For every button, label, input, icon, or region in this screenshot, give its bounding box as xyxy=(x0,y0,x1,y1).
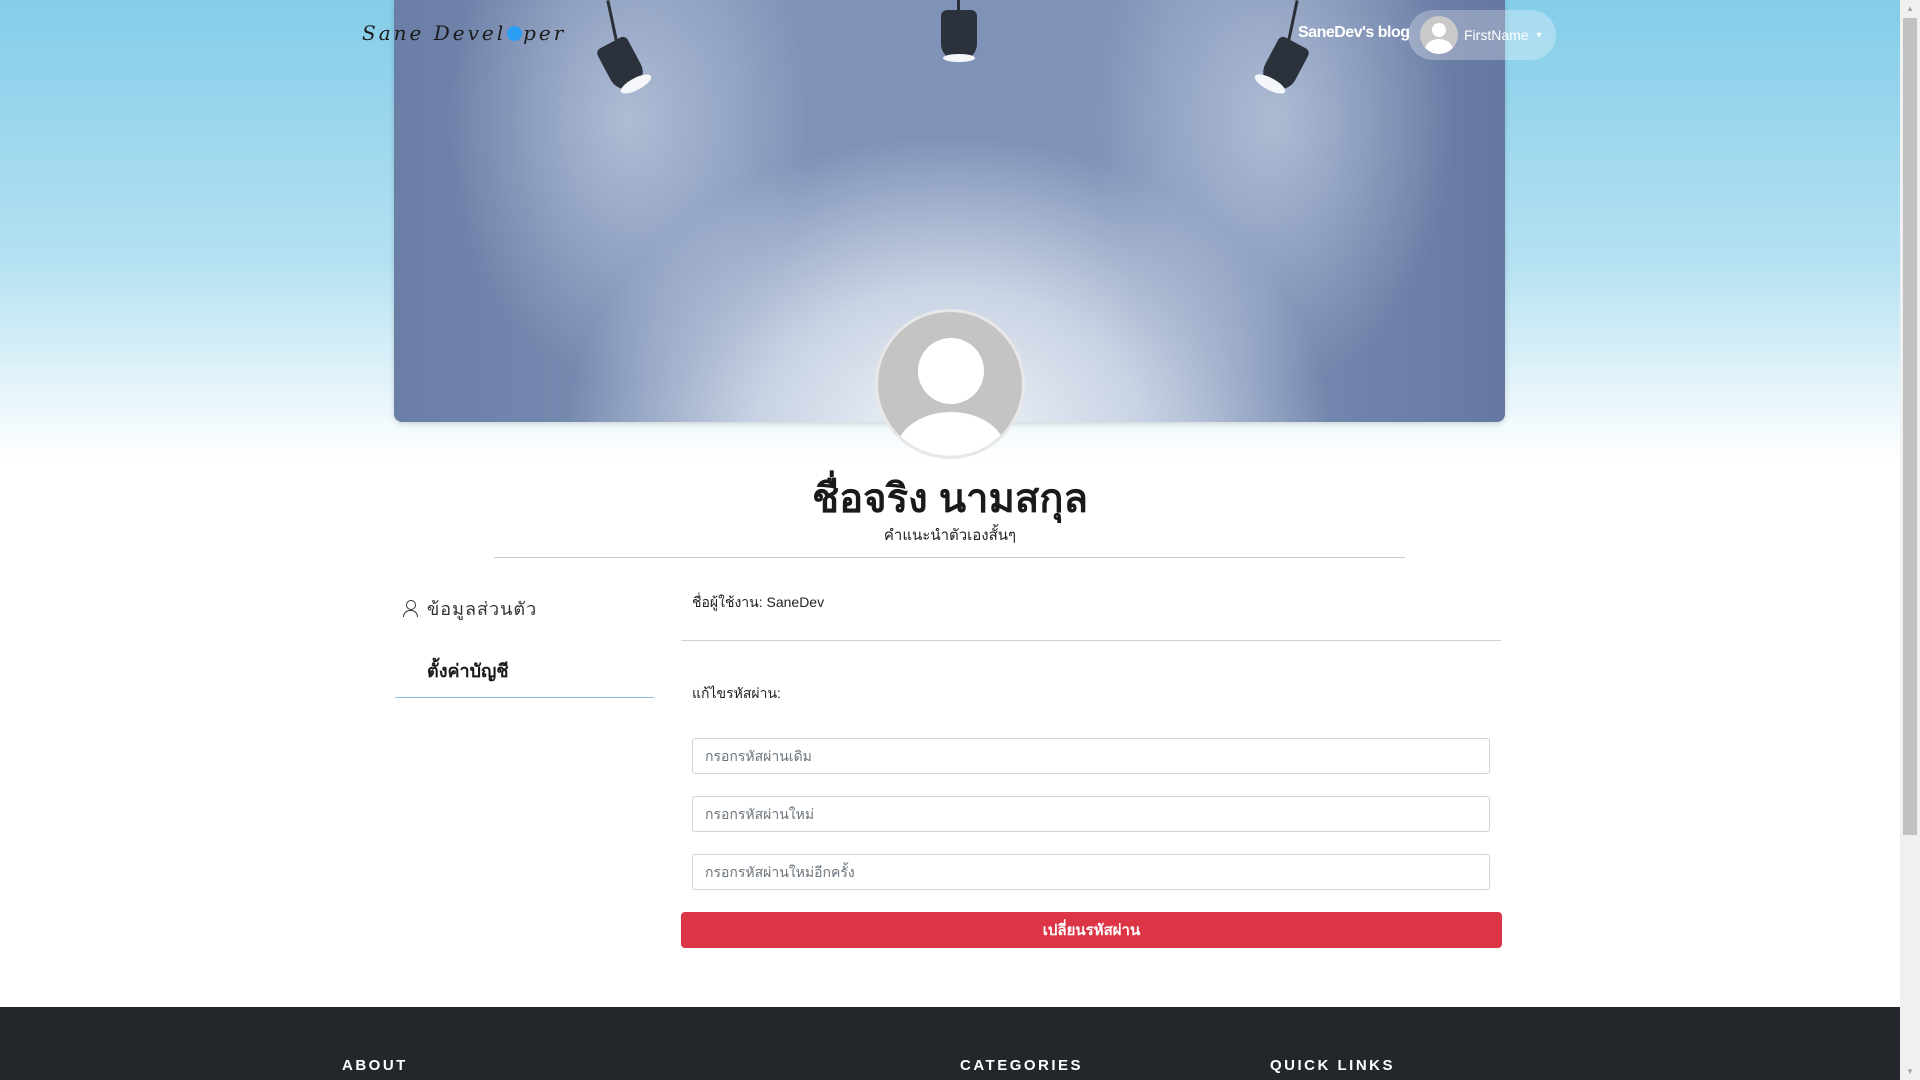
user-name: FirstName xyxy=(1464,27,1529,43)
user-icon xyxy=(403,599,419,618)
footer-heading-quick-links: QUICK LINKS xyxy=(1270,1057,1395,1074)
sidebar-item-account-settings[interactable]: ตั้งค่าบัญชี xyxy=(395,648,654,698)
page: Sane Devel per SaneDev's blog FirstName ▾… xyxy=(0,0,1900,1080)
edit-password-label: แก้ไขรหัสผ่าน: xyxy=(692,685,781,701)
scroll-down-icon[interactable]: ▼ xyxy=(1900,1063,1920,1080)
logo-text: Sane Devel xyxy=(362,21,507,45)
confirm-password-field[interactable] xyxy=(692,854,1490,890)
profile-bio: คำแนะนำตัวเองสั้นๆ xyxy=(883,527,1017,544)
profile-full-name: ชื่อจริง นามสกุล xyxy=(811,477,1089,521)
spotlight-right-icon xyxy=(1249,0,1311,110)
sidebar-item-label: ข้อมูลส่วนตัว xyxy=(427,599,538,619)
old-password-field[interactable] xyxy=(692,738,1490,774)
footer-heading-about: ABOUT xyxy=(342,1057,408,1074)
divider xyxy=(494,557,1405,558)
spotlight-left-icon xyxy=(595,0,659,110)
chevron-down-icon: ▾ xyxy=(1536,29,1542,41)
new-password-field[interactable] xyxy=(692,796,1490,832)
sidebar-item-label: ตั้งค่าบัญชี xyxy=(427,661,509,681)
spotlight-center-icon xyxy=(929,0,989,70)
nav-blog-link[interactable]: SaneDev's blog xyxy=(1298,24,1410,42)
divider xyxy=(681,640,1501,641)
change-password-button[interactable]: เปลี่ยนรหัสผ่าน xyxy=(681,912,1502,948)
scrollbar-thumb[interactable] xyxy=(1903,18,1917,835)
scroll-up-icon[interactable]: ▲ xyxy=(1900,0,1920,17)
footer: ABOUT CATEGORIES QUICK LINKS xyxy=(0,1007,1900,1080)
username-display: ชื่อผู้ใช้งาน: SaneDev xyxy=(692,594,825,610)
logo-text-end: per xyxy=(523,21,567,45)
user-menu-dropdown[interactable]: FirstName ▾ xyxy=(1408,10,1556,60)
footer-heading-categories: CATEGORIES xyxy=(960,1057,1084,1074)
logo-dot-icon xyxy=(507,25,523,41)
sidebar-item-personal-info[interactable]: ข้อมูลส่วนตัว xyxy=(403,594,537,623)
profile-avatar xyxy=(875,309,1025,459)
avatar xyxy=(1420,16,1458,54)
vertical-scrollbar[interactable]: ▲ ▼ xyxy=(1900,0,1920,1080)
site-logo[interactable]: Sane Devel per xyxy=(362,16,566,50)
